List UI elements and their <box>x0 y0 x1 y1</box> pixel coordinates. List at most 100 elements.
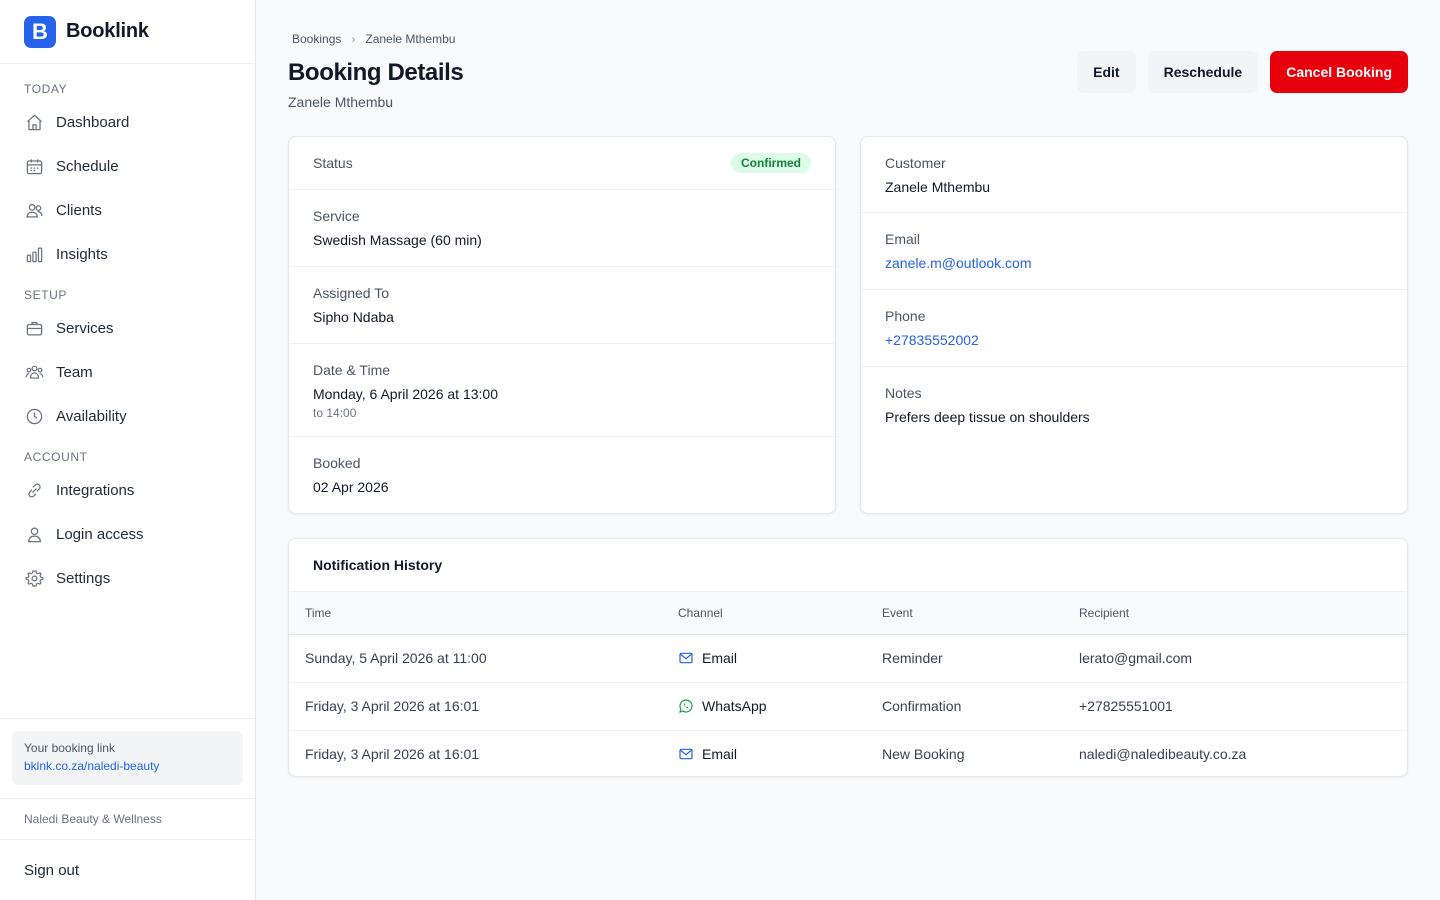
booked-row: Booked 02 Apr 2026 <box>289 437 835 513</box>
users-icon <box>24 200 44 220</box>
sidebar: B Booklink TODAY Dashboard Schedule Clie… <box>0 0 256 900</box>
cell-recipient: lerato@gmail.com <box>1079 650 1193 666</box>
notification-history-card: Notification History Time Channel Event … <box>288 538 1408 777</box>
sidebar-item-team[interactable]: Team <box>0 350 255 394</box>
booking-details-card: Status Confirmed Service Swedish Massage… <box>288 136 836 514</box>
customer-row: Customer Zanele Mthembu <box>861 137 1407 213</box>
channel: Email <box>678 650 866 666</box>
cell-channel: Email <box>662 634 866 682</box>
clock-icon <box>24 406 44 426</box>
datetime-label: Date & Time <box>313 362 391 378</box>
notes-value: Prefers deep tissue on shoulders <box>885 409 1090 425</box>
datetime-end: to 14:00 <box>313 406 357 420</box>
table-row: Friday, 3 April 2026 at 16:01 Email New … <box>289 730 1407 776</box>
brand-name: Booklink <box>66 20 149 42</box>
cell-time: Sunday, 5 April 2026 at 11:00 <box>305 650 487 666</box>
email-label: Email <box>885 231 921 247</box>
column-header-channel: Channel <box>678 605 723 620</box>
cell-time: Friday, 3 April 2026 at 16:01 <box>305 746 480 763</box>
cancel-booking-button[interactable]: Cancel Booking <box>1270 51 1408 93</box>
gear-icon <box>24 568 44 588</box>
email-link[interactable]: zanele.m@outlook.com <box>885 255 1383 271</box>
nav-section-today: TODAY <box>24 82 68 96</box>
breadcrumb-bookings[interactable]: Bookings <box>292 32 341 46</box>
sidebar-item-label: Clients <box>56 201 102 219</box>
sidebar-footer: Your booking link bklnk.co.za/naledi-bea… <box>0 718 255 900</box>
briefcase-icon <box>24 318 44 338</box>
nav-section-account: ACCOUNT <box>24 450 88 464</box>
brand[interactable]: B Booklink <box>0 0 255 64</box>
booking-link-url[interactable]: bklnk.co.za/naledi-beauty <box>24 759 231 773</box>
nav-section-setup: SETUP <box>24 288 68 302</box>
service-value: Swedish Massage (60 min) <box>313 232 482 248</box>
datetime-value: Monday, 6 April 2026 at 13:00 <box>313 386 498 402</box>
cell-time: Friday, 3 April 2026 at 16:01 <box>305 698 480 714</box>
status-row: Status Confirmed <box>289 137 835 190</box>
breadcrumb: Bookings › Zanele Mthembu <box>292 32 455 46</box>
chevron-right-icon: › <box>351 32 356 46</box>
sidebar-item-label: Services <box>56 319 114 337</box>
sidebar-item-label: Login access <box>56 525 144 543</box>
link-icon <box>24 480 44 500</box>
channel-label: Email <box>702 650 738 666</box>
channel: WhatsApp <box>678 698 866 714</box>
mail-icon <box>679 652 693 664</box>
edit-button[interactable]: Edit <box>1077 51 1136 93</box>
sidebar-item-integrations[interactable]: Integrations <box>0 468 255 512</box>
booking-link-panel: Your booking link bklnk.co.za/naledi-bea… <box>0 718 255 798</box>
cell-event: Confirmation <box>882 698 962 714</box>
sidebar-item-services[interactable]: Services <box>0 306 255 350</box>
notification-history-title: Notification History <box>289 539 1407 592</box>
table-row: Sunday, 5 April 2026 at 11:00 Email Remi… <box>289 634 1407 682</box>
cell-recipient: +27825551001 <box>1079 698 1173 714</box>
sidebar-item-settings[interactable]: Settings <box>0 556 255 600</box>
breadcrumb-current: Zanele Mthembu <box>365 32 456 46</box>
phone-label: Phone <box>885 308 926 324</box>
sidebar-item-label: Team <box>56 363 93 381</box>
customer-label: Customer <box>885 155 946 171</box>
reschedule-button[interactable]: Reschedule <box>1147 51 1259 93</box>
sidebar-item-login-access[interactable]: Login access <box>0 512 255 556</box>
sidebar-item-label: Availability <box>56 407 127 425</box>
service-label: Service <box>313 208 360 224</box>
datetime-row: Date & Time Monday, 6 April 2026 at 13:0… <box>289 344 835 437</box>
notes-row: Notes Prefers deep tissue on shoulders <box>861 367 1407 425</box>
assigned-row: Assigned To Sipho Ndaba <box>289 267 835 344</box>
channel: Email <box>678 746 866 762</box>
bar-chart-icon <box>24 244 44 264</box>
sidebar-item-dashboard[interactable]: Dashboard <box>0 100 255 144</box>
cell-channel: Email <box>662 730 866 776</box>
sidebar-item-clients[interactable]: Clients <box>0 188 255 232</box>
assigned-value: Sipho Ndaba <box>313 309 394 325</box>
phone-link[interactable]: +27835552002 <box>885 332 1383 348</box>
column-header-recipient: Recipient <box>1079 605 1130 620</box>
calendar-icon <box>24 156 44 176</box>
sidebar-item-schedule[interactable]: Schedule <box>0 144 255 188</box>
column-header-event: Event <box>882 605 913 620</box>
header-actions: Edit Reschedule Cancel Booking <box>1077 51 1408 93</box>
sign-out-button[interactable]: Sign out <box>0 840 255 900</box>
booking-link-label: Your booking link <box>24 741 115 755</box>
notification-table: Time Channel Event Recipient Sunday, 5 A… <box>289 592 1407 776</box>
mail-icon <box>679 748 693 760</box>
cell-event: Reminder <box>882 650 943 666</box>
cell-recipient: naledi@naledibeauty.co.za <box>1079 746 1247 763</box>
page-subtitle: Zanele Mthembu <box>288 94 394 110</box>
sidebar-item-label: Integrations <box>56 481 135 499</box>
team-icon <box>24 362 44 382</box>
booked-label: Booked <box>313 455 361 471</box>
sidebar-item-label: Insights <box>56 245 108 263</box>
sidebar-item-insights[interactable]: Insights <box>0 232 255 276</box>
sidebar-item-availability[interactable]: Availability <box>0 394 255 438</box>
sidebar-item-label: Schedule <box>56 157 119 175</box>
channel-label: WhatsApp <box>702 698 767 714</box>
status-badge: Confirmed <box>731 153 811 173</box>
email-row: Email zanele.m@outlook.com <box>861 213 1407 290</box>
home-icon <box>24 112 44 132</box>
column-header-time: Time <box>305 605 332 620</box>
user-icon <box>24 524 44 544</box>
business-name: Naledi Beauty & Wellness <box>0 798 255 840</box>
booked-value: 02 Apr 2026 <box>313 479 389 495</box>
sidebar-nav: TODAY Dashboard Schedule Clients Insight… <box>0 64 255 600</box>
notes-label: Notes <box>885 385 922 401</box>
